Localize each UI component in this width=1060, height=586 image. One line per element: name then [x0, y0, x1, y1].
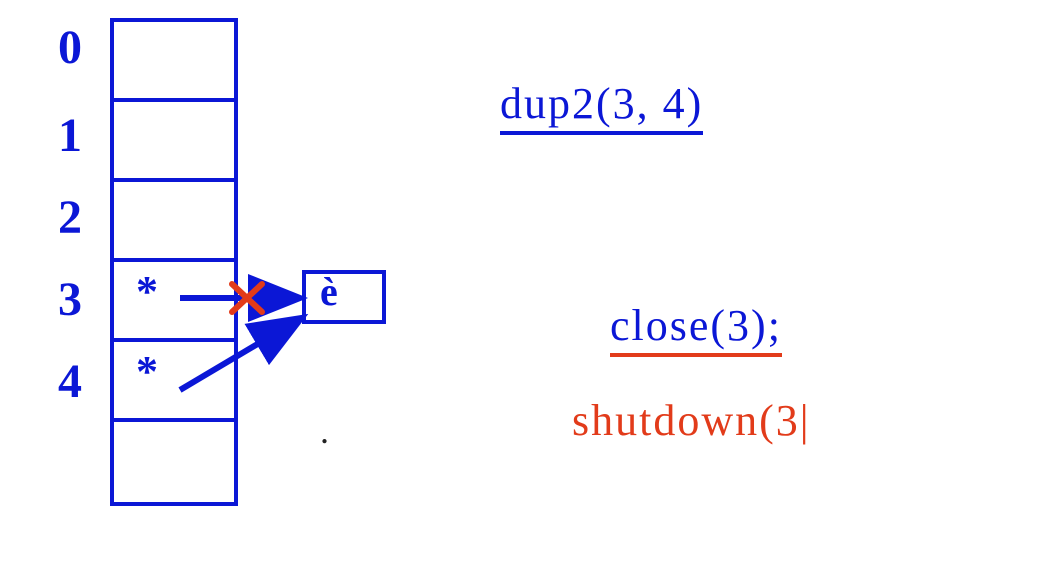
fd-cell-4: * [114, 342, 234, 422]
fd-cell-1 [114, 102, 234, 182]
fd-index-0: 0 [40, 20, 100, 75]
fd-cell-3-mark: * [136, 266, 158, 317]
target-box-mark: è [320, 268, 338, 315]
fd-index-2: 2 [40, 190, 100, 245]
stmt-dup2-text: dup2(3, 4) [500, 79, 703, 128]
fd-cell-2 [114, 182, 234, 262]
fd-table: * * [110, 18, 238, 506]
fd-cell-3: * [114, 262, 234, 342]
fd-cell-4-mark: * [136, 346, 158, 397]
fd-index-4: 4 [40, 354, 100, 409]
stmt-dup2-underline [500, 131, 703, 135]
stmt-shutdown-text: shutdown(3| [572, 396, 811, 445]
stmt-dup2: dup2(3, 4) [500, 78, 703, 129]
stray-period: . [320, 410, 329, 452]
stmt-close: close(3); [610, 300, 782, 351]
fd-index-3: 3 [40, 272, 100, 327]
fd-cell-0 [114, 22, 234, 102]
stmt-shutdown: shutdown(3| [572, 395, 811, 446]
stmt-close-text: close(3); [610, 301, 782, 350]
fd-index-1: 1 [40, 108, 100, 163]
stmt-close-underline [610, 353, 782, 357]
fd-cell-5 [114, 422, 234, 502]
target-box: è [302, 270, 386, 324]
